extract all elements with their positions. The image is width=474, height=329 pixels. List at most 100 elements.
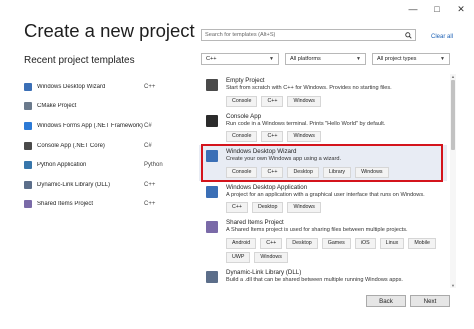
recent-template-item[interactable]: Python Application Python: [24, 155, 164, 175]
language-filter[interactable]: C++ ▼: [201, 53, 279, 65]
recent-template-item[interactable]: Dynamic-Link Library (DLL) C++: [24, 175, 164, 195]
console-app-icon: [206, 114, 218, 127]
template-item[interactable]: Windows Desktop Application A project for…: [199, 181, 447, 217]
template-tag: C++: [261, 95, 284, 107]
page-title: Create a new project: [24, 20, 195, 41]
python-icon: [24, 161, 32, 170]
template-item[interactable]: Shared Items Project A Shared Items proje…: [199, 216, 447, 266]
template-description: A Shared Items project is used for shari…: [226, 227, 408, 233]
windows-desktop-application-icon: [206, 185, 218, 198]
template-tag: Windows: [287, 95, 321, 107]
filter-bar: C++ ▼ All platforms ▼ All project types …: [201, 53, 450, 65]
template-list: Empty Project Start from scratch with C++…: [199, 74, 447, 287]
template-tag: Windows: [254, 251, 288, 263]
template-tag: Linux: [379, 237, 405, 249]
template-tag: Console: [226, 166, 258, 178]
recent-template-language: C#: [144, 142, 152, 149]
recent-template-name: Shared Items Project: [37, 201, 94, 208]
chevron-down-icon: ▼: [356, 56, 361, 62]
recent-template-item[interactable]: Windows Desktop Wizard C++: [24, 77, 164, 97]
back-button[interactable]: Back: [366, 295, 406, 307]
template-tag: C++: [261, 131, 284, 142]
next-button[interactable]: Next: [410, 295, 450, 307]
recent-template-item[interactable]: Windows Forms App (.NET Framework) C#: [24, 116, 164, 136]
scroll-thumb[interactable]: [451, 80, 455, 150]
minimize-icon[interactable]: —: [408, 4, 418, 14]
empty-project-icon: [206, 79, 218, 91]
template-description: A project for an application with a grap…: [226, 191, 425, 198]
dll-project-icon: [206, 270, 218, 283]
template-tags: Console C++ Desktop Library Windows: [226, 166, 443, 178]
template-tag: iOS: [354, 237, 376, 249]
search-icon[interactable]: [405, 32, 412, 39]
windows-desktop-wizard-icon: [206, 150, 218, 162]
recent-template-item[interactable]: Shared Items Project C++: [24, 195, 164, 215]
search-box[interactable]: [201, 29, 416, 41]
scroll-up-icon[interactable]: ▲: [450, 74, 456, 79]
recent-template-name: CMake Project: [37, 103, 77, 110]
recent-templates-list: Windows Desktop Wizard C++ CMake Project Wi…: [24, 77, 164, 214]
recent-template-language: C#: [144, 122, 152, 129]
template-tag: Library: [322, 166, 352, 178]
template-name: Console App: [226, 112, 262, 120]
windows-forms-icon: [24, 121, 32, 130]
shared-items-project-icon: [206, 221, 218, 233]
template-tag: C++: [260, 237, 283, 249]
template-tag: UWP: [226, 251, 251, 263]
dll-icon: [24, 180, 32, 189]
language-filter-value: C++: [206, 56, 217, 62]
template-tag: Windows: [287, 202, 321, 213]
template-scrollbar[interactable]: ▲ ▼: [450, 74, 456, 288]
template-name: Windows Desktop Wizard: [226, 148, 297, 155]
recent-template-item[interactable]: Console App (.NET Core) C#: [24, 136, 164, 156]
recent-template-name: Console App (.NET Core): [37, 142, 105, 149]
template-tags: Android C++ Desktop Games iOS Linux Mobile UWP W…: [226, 237, 443, 263]
template-tags: Console C++ Windows: [226, 95, 443, 107]
template-item[interactable]: Dynamic-Link Library (DLL) Build a .dll t…: [199, 266, 447, 288]
template-tag: C++: [226, 202, 249, 213]
platform-filter[interactable]: All platforms ▼: [285, 53, 366, 65]
recent-template-language: C++: [144, 201, 156, 208]
chevron-down-icon: ▼: [269, 56, 274, 62]
template-item[interactable]: Console App Run code in a Windows termina…: [199, 110, 447, 146]
recent-template-language: C++: [144, 181, 156, 188]
recent-template-name: Windows Desktop Wizard: [37, 83, 106, 90]
template-name: Shared Items Project: [226, 219, 284, 226]
template-tag: Desktop: [287, 166, 319, 178]
template-item[interactable]: Windows Desktop Wizard Create your own Wi…: [199, 145, 447, 181]
cmake-icon: [24, 102, 32, 111]
template-tag: Windows: [287, 131, 321, 142]
template-tag: Windows: [355, 166, 389, 178]
recent-template-item[interactable]: CMake Project: [24, 97, 164, 117]
window-controls: — □ ✕: [408, 4, 466, 14]
recent-templates-heading: Recent project templates: [24, 55, 135, 66]
template-item[interactable]: Empty Project Start from scratch with C++…: [199, 74, 447, 110]
windows-desktop-icon: [24, 82, 32, 91]
template-name: Empty Project: [226, 77, 265, 84]
template-description: Run code in a Windows terminal. Prints "…: [226, 120, 386, 127]
maximize-icon[interactable]: □: [432, 4, 442, 14]
scroll-down-icon[interactable]: ▼: [450, 283, 456, 288]
recent-template-name: Windows Forms App (.NET Framework): [37, 122, 143, 129]
recent-template-language: Python: [144, 162, 163, 169]
clear-all-link[interactable]: Clear all: [431, 34, 453, 40]
platform-filter-value: All platforms: [290, 56, 321, 62]
template-tag: C++: [261, 166, 284, 178]
search-input[interactable]: [205, 32, 395, 38]
template-description: Create your own Windows app using a wiza…: [226, 156, 342, 162]
template-tags: C++ Desktop Windows: [226, 202, 443, 213]
template-name: Windows Desktop Application: [226, 183, 308, 191]
template-tags: Console C++ Windows: [226, 131, 443, 142]
project-type-filter[interactable]: All project types ▼: [372, 53, 450, 65]
footer-bar: Back Next: [0, 290, 474, 329]
template-tag: Console: [226, 95, 258, 107]
template-tag: Android: [226, 237, 257, 249]
template-tag: Desktop: [252, 202, 284, 213]
console-icon: [24, 141, 32, 150]
close-icon[interactable]: ✕: [456, 4, 466, 14]
template-description: Build a .dll that can be shared between …: [226, 276, 403, 283]
template-name: Dynamic-Link Library (DLL): [226, 268, 302, 276]
template-tag: Mobile: [408, 237, 436, 249]
template-tag: Desktop: [286, 237, 318, 249]
template-tag: Console: [226, 131, 258, 142]
